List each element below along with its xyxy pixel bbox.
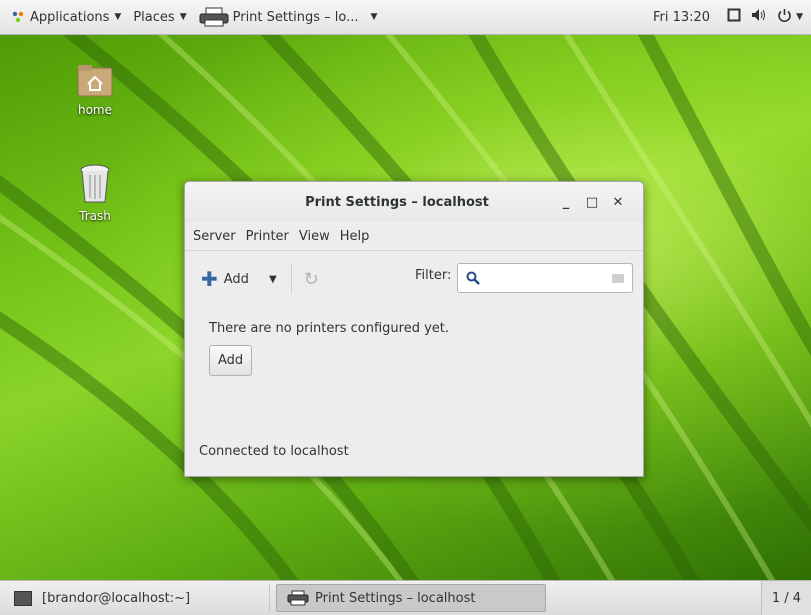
toolbar: ✚ Add ▼ ↻ Filter: [185,251,643,307]
taskbar-item-terminal[interactable]: [brandor@localhost:~] [4,584,270,612]
desktop-icon-label: Trash [79,209,111,223]
clock[interactable]: Fri 13:20 [641,10,722,25]
close-button[interactable]: ✕ [605,195,631,210]
clear-icon[interactable] [612,273,624,283]
applications-icon [12,11,24,23]
taskbar-item-label: Print Settings – localhost [315,590,476,606]
places-label: Places [133,9,175,25]
toolbar-add-label: Add [223,271,249,287]
desktop-icon-trash[interactable]: Trash [55,162,135,223]
top-panel: Applications ▼ Places ▼ Print Settings –… [0,0,811,35]
filter-input[interactable] [457,263,633,293]
no-printers-message: There are no printers configured yet. [209,321,450,336]
applications-menu[interactable]: Applications ▼ [0,0,127,34]
taskbar-item-print-settings[interactable]: Print Settings – localhost [276,584,546,612]
add-printer-button[interactable]: Add [209,345,253,376]
display-icon[interactable] [722,8,746,26]
menu-server[interactable]: Server [188,229,241,244]
minimize-button[interactable]: _ [553,195,579,210]
places-menu[interactable]: Places ▼ [127,0,192,34]
menu-view[interactable]: View [294,229,335,244]
power-icon[interactable] [772,8,794,27]
print-settings-window: Print Settings – localhost _ □ ✕ Server … [184,181,644,477]
applications-label: Applications [30,9,110,25]
search-icon [466,271,480,285]
desktop-icon-home[interactable]: home [55,60,135,117]
home-folder-icon [77,65,113,97]
refresh-icon[interactable]: ↻ [304,269,319,290]
active-window-menu[interactable]: Print Settings – lo... ▼ [193,0,384,34]
chevron-down-icon[interactable]: ▼ [796,12,803,22]
bottom-panel: [brandor@localhost:~] Print Settings – l… [0,580,811,615]
menu-printer[interactable]: Printer [241,229,294,244]
taskbar-item-label: [brandor@localhost:~] [42,590,191,606]
filter-label: Filter: [415,268,452,283]
volume-icon[interactable] [746,8,772,26]
plus-icon: ✚ [201,267,218,291]
desktop-icon-label: home [77,103,113,117]
menu-bar: Server Printer View Help [185,222,643,251]
chevron-down-icon: ▼ [370,12,378,22]
printer-icon [199,7,229,27]
maximize-button[interactable]: □ [579,195,605,210]
window-title: Print Settings – localhost [305,194,489,210]
toolbar-add-button[interactable]: ✚ Add [201,269,249,289]
chevron-down-icon: ▼ [179,12,187,22]
workspace-switcher[interactable]: 1 / 4 [760,581,811,615]
trash-icon [80,164,110,203]
terminal-icon [14,590,32,606]
menu-help[interactable]: Help [335,229,375,244]
toolbar-separator [290,264,292,294]
chevron-down-icon: ▼ [114,12,122,22]
printer-list-area: There are no printers configured yet. Ad… [185,307,643,439]
active-window-label: Print Settings – lo... [232,9,359,25]
status-bar: Connected to localhost [199,444,349,459]
add-dropdown-button[interactable]: ▼ [269,274,277,285]
printer-icon [287,590,309,606]
window-titlebar[interactable]: Print Settings – localhost _ □ ✕ [185,182,643,222]
